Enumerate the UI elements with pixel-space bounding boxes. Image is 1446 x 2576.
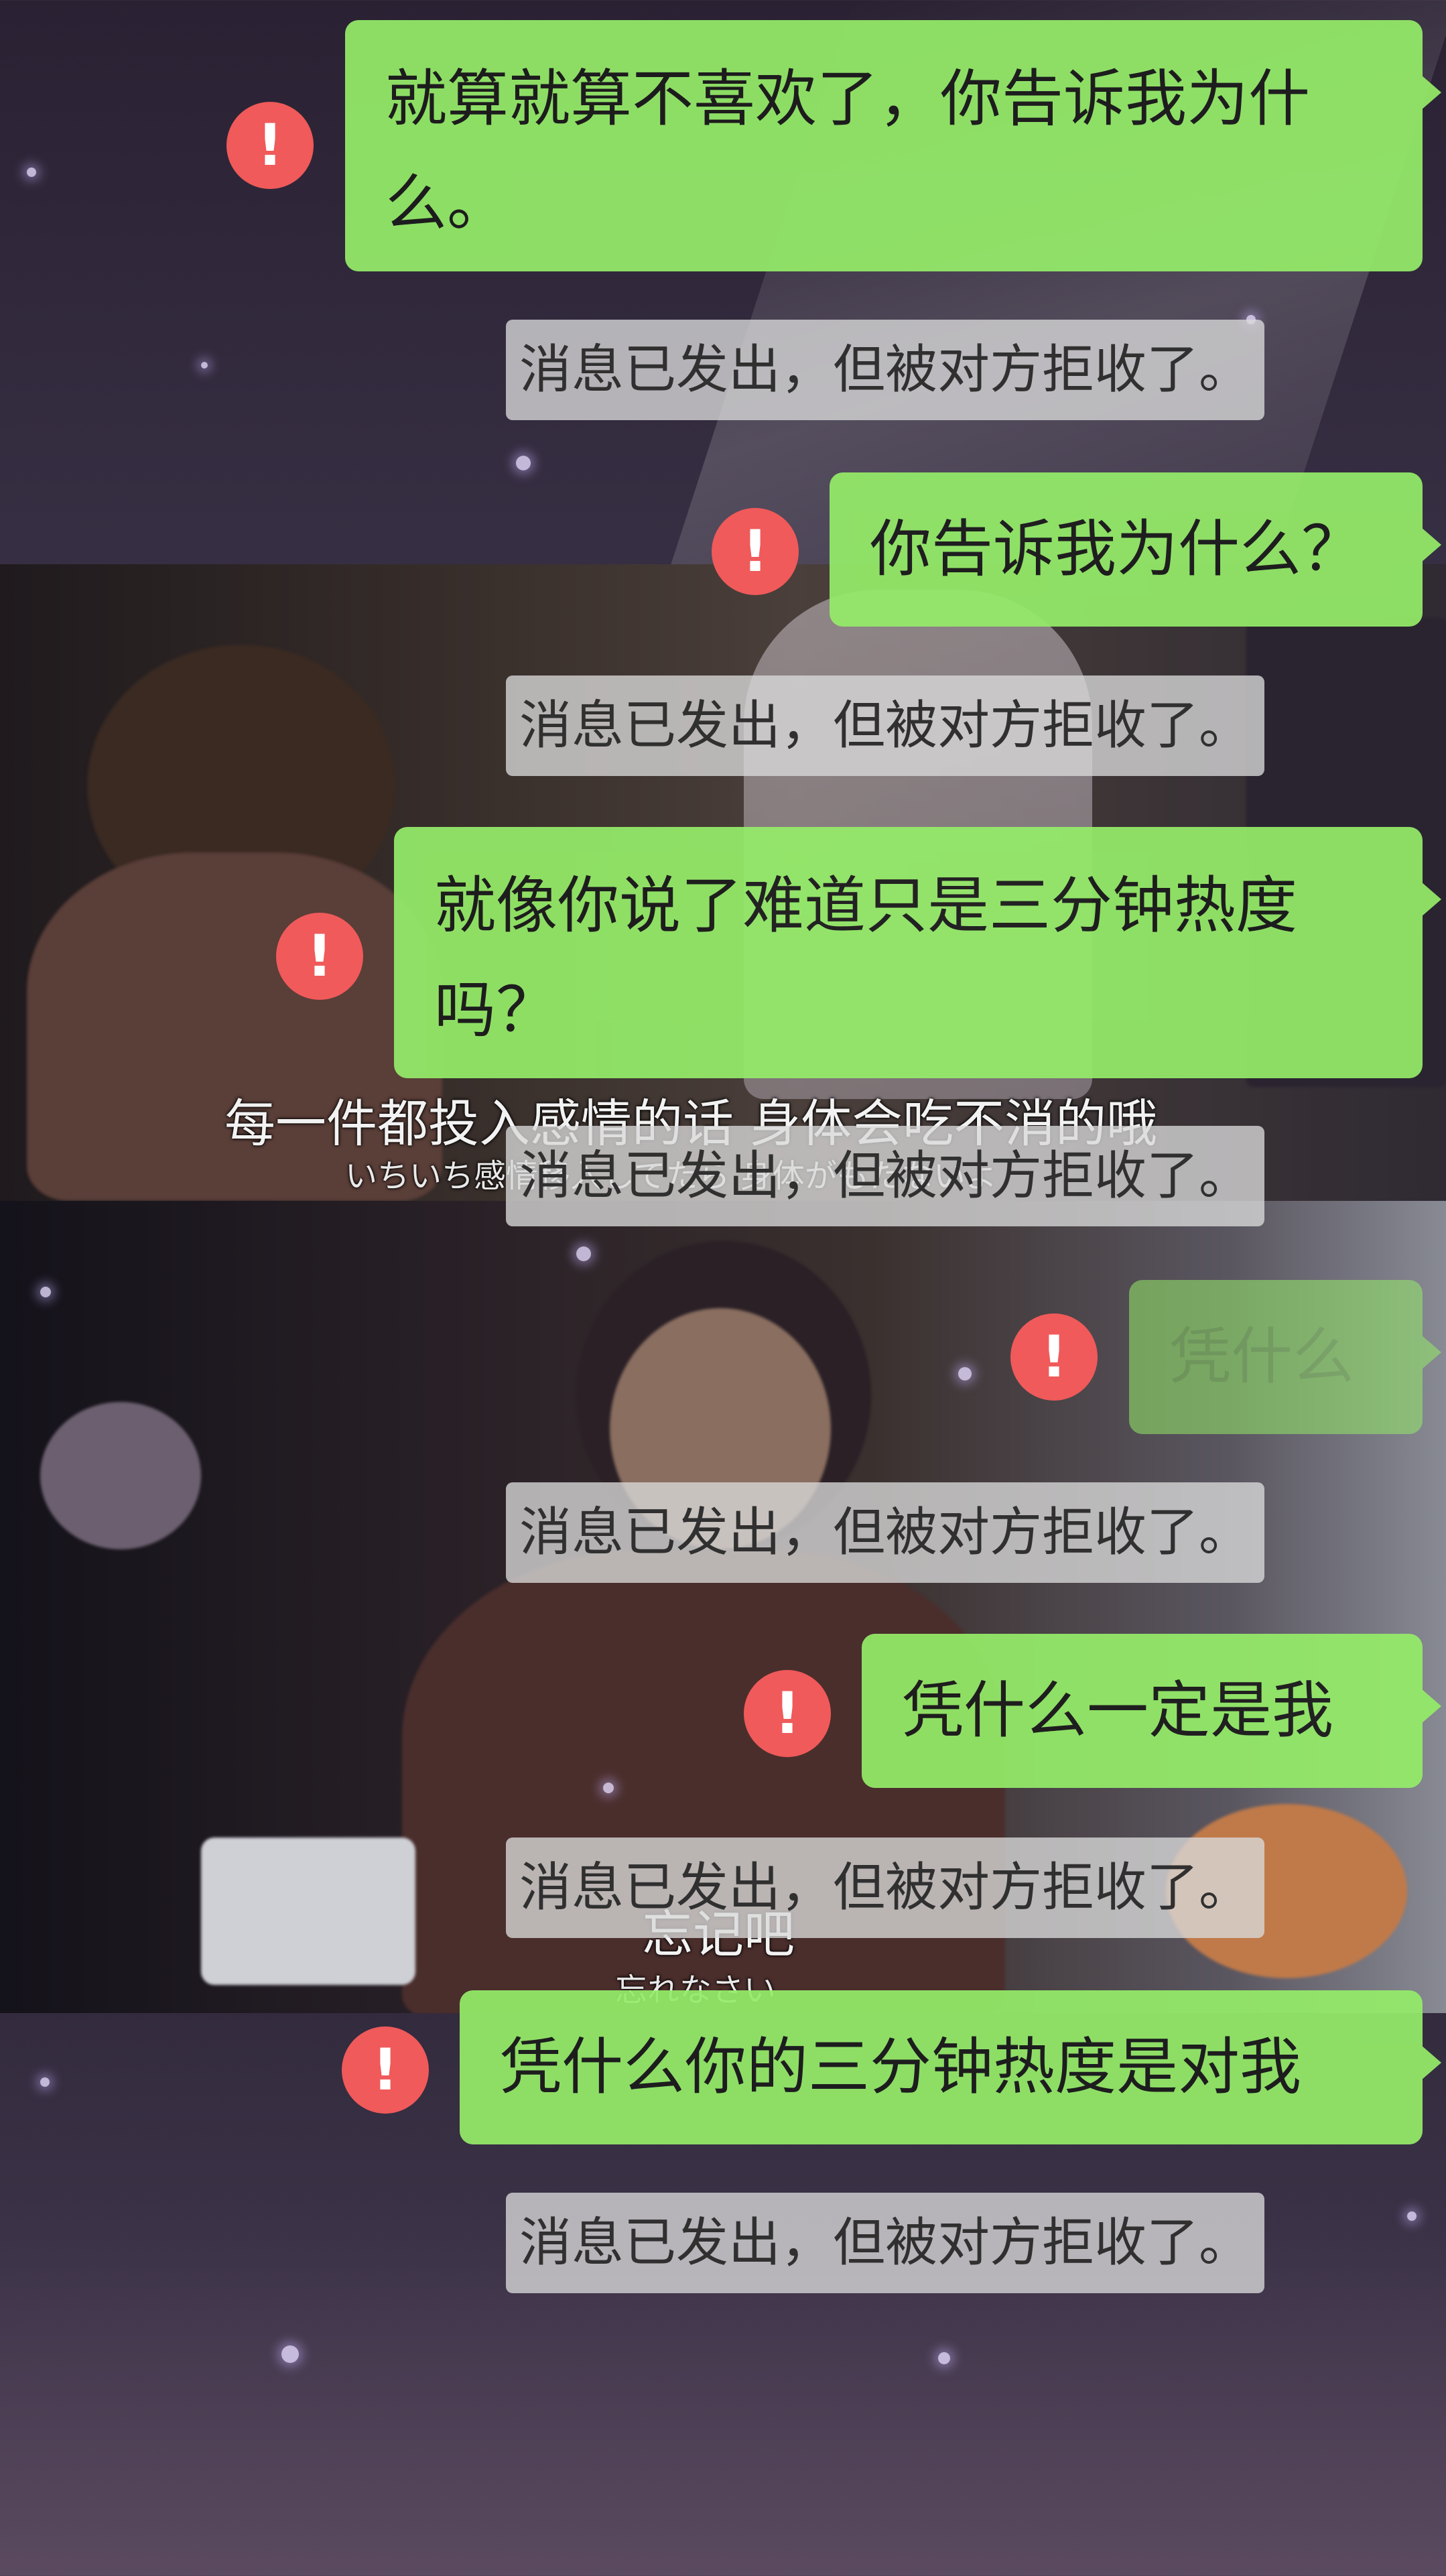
sparkle (938, 2352, 950, 2364)
sparkle (516, 456, 531, 470)
sparkle (281, 2345, 299, 2363)
sparkle (603, 1783, 614, 1793)
send-failed-icon[interactable]: ! (712, 508, 799, 595)
sparkle (201, 362, 208, 369)
message-text: 就像你说了难道只是三分钟热度吗？ (434, 870, 1298, 1046)
rejected-notice: 消息已发出，但被对方拒收了。 (506, 675, 1264, 776)
rejected-notice: 消息已发出，但被对方拒收了。 (506, 320, 1264, 420)
message-text: 凭什么你的三分钟热度是对我 (500, 2031, 1302, 2103)
message-text: 就算就算不喜欢了，你告诉我为什么。 (385, 63, 1311, 239)
rejected-notice: 消息已发出，但被对方拒收了。 (506, 1838, 1264, 1938)
message-bubble[interactable]: 就像你说了难道只是三分钟热度吗？ (394, 827, 1441, 1078)
sparkle (27, 168, 36, 177)
sparkle (958, 1367, 972, 1380)
sparkle (40, 1287, 51, 1297)
chair-shape (201, 1838, 415, 1985)
message-text: 凭什么一定是我 (902, 1675, 1334, 1746)
rejected-notice: 消息已发出，但被对方拒收了。 (506, 1126, 1264, 1226)
message-bubble[interactable]: 凭什么 (1129, 1280, 1441, 1434)
sparkle (576, 1246, 591, 1261)
message-text: 凭什么 (1169, 1321, 1355, 1393)
message-text: 你告诉我为什么？ (870, 513, 1364, 585)
message-bubble[interactable]: 就算就算不喜欢了，你告诉我为什么。 (345, 20, 1441, 271)
message-bubble[interactable]: 你告诉我为什么？ (830, 472, 1441, 627)
message-bubble[interactable]: 凭什么一定是我 (862, 1634, 1441, 1788)
send-failed-icon[interactable]: ! (744, 1670, 831, 1757)
sparkle (40, 2077, 50, 2087)
send-failed-icon[interactable]: ! (276, 913, 363, 1000)
message-bubble[interactable]: 凭什么你的三分钟热度是对我 (460, 1990, 1441, 2144)
send-failed-icon[interactable]: ! (1010, 1313, 1098, 1401)
send-failed-icon[interactable]: ! (342, 2026, 429, 2114)
rejected-notice: 消息已发出，但被对方拒收了。 (506, 2193, 1264, 2293)
sparkle (1407, 2211, 1417, 2221)
send-failed-icon[interactable]: ! (226, 102, 314, 189)
flower-shape (40, 1402, 201, 1549)
rejected-notice: 消息已发出，但被对方拒收了。 (506, 1482, 1264, 1583)
